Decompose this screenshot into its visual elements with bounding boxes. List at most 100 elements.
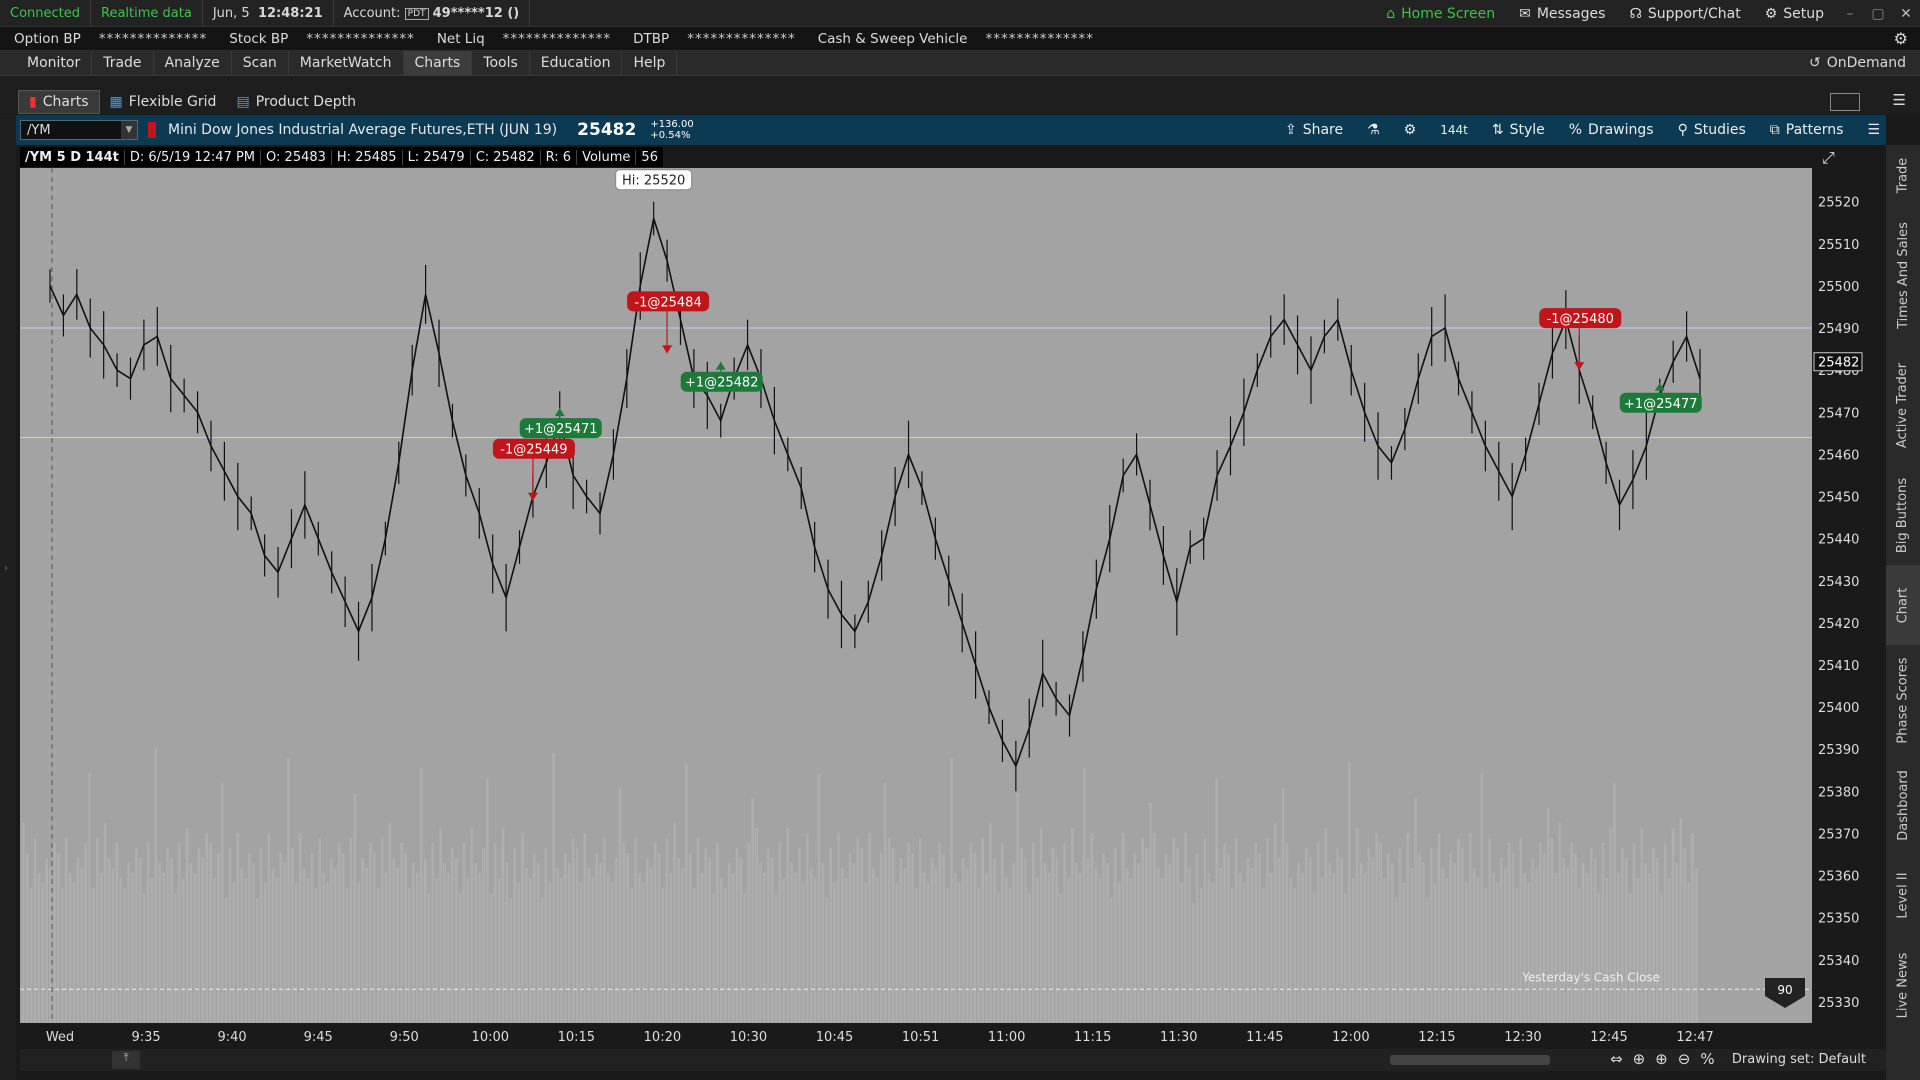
price-chart[interactable]: Yesterday's Cash Close Hi: 25520 -1@25484 -… bbox=[20, 168, 1812, 1023]
volume-bar bbox=[447, 873, 450, 1023]
aggregation-button[interactable]: 144t bbox=[1428, 115, 1480, 145]
volume-bar bbox=[1102, 853, 1105, 1023]
percent-icon[interactable]: % bbox=[1700, 1050, 1714, 1068]
maximize-button[interactable]: ▢ bbox=[1864, 6, 1892, 22]
envelope-icon: ✉ bbox=[1519, 5, 1531, 22]
volume-bar bbox=[965, 868, 969, 1023]
x-tick-label: 11:45 bbox=[1246, 1030, 1283, 1045]
volume-bar bbox=[263, 883, 267, 1023]
close-button[interactable]: ✕ bbox=[1892, 6, 1920, 22]
symbar-menu-button[interactable]: ☰ bbox=[1855, 115, 1886, 145]
menu-icon[interactable]: ☰ bbox=[1893, 91, 1906, 109]
gadget-tab-active-trader[interactable]: Active Trader bbox=[1886, 345, 1920, 465]
chart-settings-button[interactable]: ⚙ bbox=[1392, 115, 1429, 145]
volume-bar bbox=[969, 843, 973, 1023]
menu-education[interactable]: Education bbox=[530, 51, 623, 75]
volume-bar bbox=[1593, 858, 1597, 1023]
volume-bar bbox=[1028, 893, 1031, 1023]
volume-bar bbox=[41, 883, 45, 1023]
style-button[interactable]: ⇅ Style bbox=[1480, 115, 1557, 145]
volume-bar bbox=[1644, 863, 1647, 1023]
gear-icon[interactable]: ⚙ bbox=[1894, 29, 1908, 48]
volume-bar bbox=[357, 883, 360, 1023]
tab-product-depth[interactable]: ▤ Product Depth bbox=[226, 90, 365, 114]
drawing-set-label[interactable]: Drawing set: Default bbox=[1732, 1052, 1866, 1067]
chart-canvas[interactable]: Yesterday's Cash Close Hi: 25520 -1@25484 -… bbox=[20, 168, 1812, 1023]
volume-bar bbox=[384, 873, 388, 1023]
studies-button[interactable]: ⚲ Studies bbox=[1666, 115, 1758, 145]
menu-tools[interactable]: Tools bbox=[472, 51, 530, 75]
volume-bar bbox=[677, 858, 680, 1023]
account-selector[interactable]: Account: PDT 49*****12 () bbox=[334, 0, 531, 27]
hi-label-text: Hi: 25520 bbox=[622, 174, 685, 189]
volume-bar bbox=[700, 873, 704, 1023]
gadget-tab-chart[interactable]: Chart bbox=[1886, 565, 1920, 645]
volume-bar bbox=[798, 848, 801, 1023]
balance-label: Option BP bbox=[14, 30, 81, 47]
gadget-tab-phase-scores[interactable]: Phase Scores bbox=[1886, 645, 1920, 755]
volume-bar bbox=[1106, 863, 1109, 1023]
volume-bar bbox=[614, 858, 618, 1023]
crosshair-icon[interactable]: ⊕ bbox=[1633, 1050, 1646, 1068]
right-gadget-rail: Trade Times And Sales Active Trader Big … bbox=[1886, 145, 1920, 1080]
zoom-in-icon[interactable]: ⊕ bbox=[1655, 1050, 1668, 1068]
volume-bar bbox=[415, 873, 419, 1023]
setup-button[interactable]: ⚙ Setup bbox=[1753, 6, 1836, 22]
volume-bar bbox=[653, 843, 657, 1023]
expand-left-icon[interactable]: › bbox=[4, 563, 8, 574]
collapse-icon[interactable]: ⤒ bbox=[112, 1051, 140, 1069]
messages-button[interactable]: ✉ Messages bbox=[1507, 6, 1617, 22]
symbol-input[interactable]: /YM ▼ bbox=[20, 120, 138, 140]
gadget-tab-level-ii[interactable]: Level II bbox=[1886, 855, 1920, 935]
menu-scan[interactable]: Scan bbox=[232, 51, 289, 75]
share-button[interactable]: ⇪ Share bbox=[1273, 115, 1355, 145]
ondemand-button[interactable]: ↺ OnDemand bbox=[1809, 55, 1906, 71]
volume-bar bbox=[213, 878, 216, 1023]
x-tick-label: 11:15 bbox=[1074, 1030, 1111, 1045]
volume-bar bbox=[517, 883, 520, 1023]
price-axis[interactable]: 25520 25510 25500 25490 25480 25470 25460 25450… bbox=[1812, 168, 1874, 1023]
horizontal-scrollbar[interactable] bbox=[1390, 1055, 1550, 1065]
volume-bar bbox=[1141, 838, 1144, 1023]
gadget-tab-big-buttons[interactable]: Big Buttons bbox=[1886, 465, 1920, 565]
volume-bar bbox=[837, 833, 840, 1023]
tab-charts[interactable]: ▮ Charts bbox=[18, 89, 100, 114]
tab-flexible-grid[interactable]: ▦ Flexible Grid bbox=[100, 90, 227, 114]
volume-bar bbox=[1324, 828, 1328, 1023]
volume-bar bbox=[708, 858, 711, 1023]
minimize-button[interactable]: – bbox=[1836, 6, 1864, 22]
volume-bar bbox=[1207, 873, 1211, 1023]
chevron-down-icon[interactable]: ▼ bbox=[121, 121, 137, 139]
autoscale-icon[interactable]: ⤢ bbox=[1822, 148, 1835, 168]
zoom-out-icon[interactable]: ⊖ bbox=[1678, 1050, 1691, 1068]
menu-trade[interactable]: Trade bbox=[92, 51, 154, 75]
volume-bar bbox=[1320, 878, 1324, 1023]
menu-help[interactable]: Help bbox=[622, 51, 678, 75]
flask-button[interactable]: ⚗ bbox=[1355, 115, 1392, 145]
main-menu: Monitor Trade Analyze Scan MarketWatch C… bbox=[0, 51, 1920, 76]
balances-bar: Option BP ************** Stock BP ********… bbox=[0, 27, 1920, 51]
link-color-tag[interactable] bbox=[148, 122, 156, 138]
home-screen-button[interactable]: ⌂ Home Screen bbox=[1374, 6, 1507, 22]
patterns-button[interactable]: ⧉ Patterns bbox=[1758, 115, 1856, 145]
time-axis[interactable]: Wed 9:35 9:40 9:45 9:50 10:00 10:15 10:20 10:30 1… bbox=[20, 1023, 1812, 1049]
volume-bar bbox=[88, 773, 91, 1023]
gadget-tab-dashboard[interactable]: Dashboard bbox=[1886, 755, 1920, 855]
menu-analyze[interactable]: Analyze bbox=[154, 51, 232, 75]
gadget-tab-trade[interactable]: Trade bbox=[1886, 145, 1920, 205]
gadget-tab-times-and-sales[interactable]: Times And Sales bbox=[1886, 205, 1920, 345]
connection-status: Connected bbox=[0, 0, 92, 27]
drawings-button[interactable]: % Drawings bbox=[1557, 115, 1666, 145]
layout-icon[interactable] bbox=[1830, 93, 1860, 111]
menu-monitor[interactable]: Monitor bbox=[16, 51, 93, 75]
volume-bar bbox=[1488, 838, 1491, 1023]
support-chat-button[interactable]: ☊ Support/Chat bbox=[1617, 6, 1752, 22]
menu-charts[interactable]: Charts bbox=[403, 51, 473, 75]
left-rail[interactable]: › bbox=[0, 115, 16, 1080]
volume-bar bbox=[1457, 838, 1460, 1023]
gadget-tab-live-news[interactable]: Live News bbox=[1886, 935, 1920, 1035]
pan-icon[interactable]: ⇔ bbox=[1610, 1050, 1623, 1068]
menu-marketwatch[interactable]: MarketWatch bbox=[289, 51, 404, 75]
volume-bar bbox=[774, 893, 778, 1023]
volume-bar bbox=[1203, 838, 1207, 1023]
